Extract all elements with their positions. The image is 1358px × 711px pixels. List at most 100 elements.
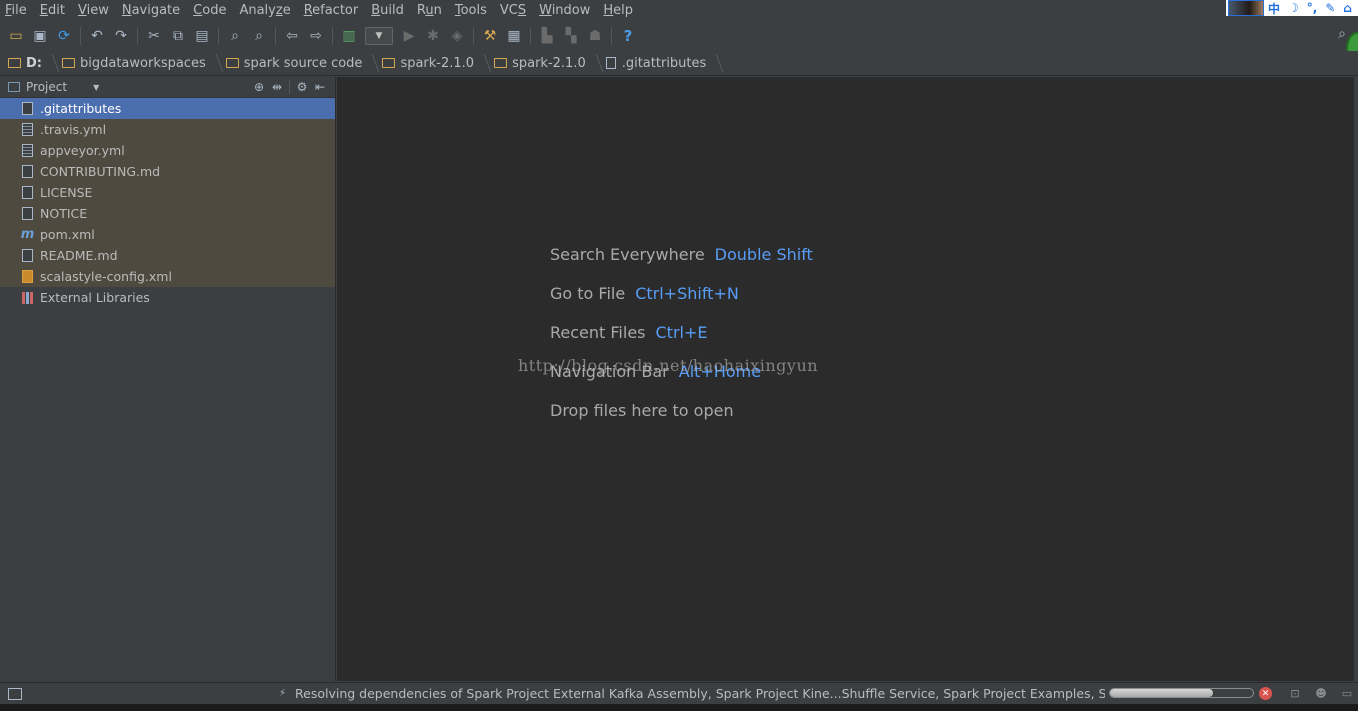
tree-item[interactable]: .travis.yml (0, 119, 335, 140)
chevron-down-icon[interactable]: ▼ (93, 83, 99, 92)
project-view-selector[interactable]: Project (26, 80, 67, 94)
progress-bar[interactable] (1109, 688, 1254, 698)
scroll-from-source-icon[interactable]: ⊕ (250, 79, 268, 95)
tree-item[interactable]: External Libraries (0, 287, 335, 308)
navigation-bar: D: bigdataworkspaces spark source code s… (0, 51, 1358, 76)
menu-item[interactable]: Analyze (239, 3, 290, 18)
tree-item-label: scalastyle-config.xml (40, 269, 172, 284)
background-task-icon: ⚡ (279, 688, 287, 699)
menu-item[interactable]: File (5, 3, 27, 18)
status-message[interactable]: Resolving dependencies of Spark Project … (295, 686, 1105, 701)
run-coverage-icon[interactable]: ◈ (445, 25, 469, 47)
ime-chinese-icon[interactable]: 中 (1268, 0, 1280, 17)
undo-icon[interactable]: ↶ (85, 25, 109, 47)
breadcrumb-item[interactable]: spark-2.1.0 (494, 54, 603, 72)
breadcrumb-item[interactable]: spark source code (225, 54, 380, 72)
tray-avatar[interactable] (1228, 0, 1264, 16)
help-icon[interactable]: ? (616, 25, 640, 47)
breadcrumb-drive[interactable]: D: (8, 54, 60, 72)
lock-icon[interactable]: ⊡ (1288, 687, 1302, 700)
menu-item[interactable]: Tools (455, 3, 487, 18)
editor-hint: Go to File Ctrl+Shift+N (550, 284, 813, 323)
tree-item-label: README.md (40, 248, 118, 263)
tree-item[interactable]: CONTRIBUTING.md (0, 161, 335, 182)
forward-icon[interactable]: ⇨ (304, 25, 328, 47)
hector-icon[interactable]: ☻ (1314, 687, 1328, 700)
system-tray: 中 ☽ °, ✎ ⌂ (1226, 0, 1358, 16)
tree-item[interactable]: scalastyle-config.xml (0, 266, 335, 287)
tree-item[interactable]: README.md (0, 245, 335, 266)
tree-item[interactable]: LICENSE (0, 182, 335, 203)
hide-panel-icon[interactable]: ⇤ (311, 79, 329, 95)
breadcrumb-label: D: (26, 55, 42, 71)
hint-shortcut[interactable]: Ctrl+Shift+N (635, 284, 739, 303)
make-project-icon[interactable]: ▥ (337, 25, 361, 47)
android-device-icon[interactable]: ▚ (559, 25, 583, 47)
folder-icon (382, 58, 396, 68)
breadcrumb-label: spark-2.1.0 (512, 55, 586, 71)
tree-item-label: LICENSE (40, 185, 93, 200)
menu-item[interactable]: VCS (500, 3, 526, 18)
cut-icon[interactable]: ✂ (142, 25, 166, 47)
android-icon[interactable]: ☗ (583, 25, 607, 47)
tree-item[interactable]: m pom.xml (0, 224, 335, 245)
yaml-file-icon (22, 123, 33, 136)
status-bar: ⚡ Resolving dependencies of Spark Projec… (0, 682, 1358, 704)
toolbar-separator (137, 27, 138, 45)
redo-icon[interactable]: ↷ (109, 25, 133, 47)
save-all-icon[interactable]: ▣ (28, 25, 52, 47)
paste-icon[interactable]: ▤ (190, 25, 214, 47)
breadcrumb-file[interactable]: .gitattributes (605, 54, 724, 72)
search-everywhere-icon[interactable]: ⌕ (1338, 26, 1346, 42)
folder-icon (62, 58, 75, 68)
project-tree: .gitattributes .travis.yml appveyor.yml CON… (0, 98, 335, 308)
tree-item-label: CONTRIBUTING.md (40, 164, 161, 179)
tree-item[interactable]: appveyor.yml (0, 140, 335, 161)
sdk-manager-icon[interactable]: ▙ (535, 25, 559, 47)
tree-item-label: .travis.yml (40, 122, 107, 137)
menu-item[interactable]: Code (193, 3, 226, 18)
menu-item[interactable]: View (78, 3, 109, 18)
project-structure-icon[interactable]: ▦ (502, 25, 526, 47)
menu-item[interactable]: Help (603, 3, 633, 18)
synchronize-icon[interactable]: ⟳ (52, 25, 76, 47)
copy-icon[interactable]: ⧉ (166, 25, 190, 47)
cancel-process-icon[interactable]: ✕ (1259, 687, 1272, 700)
ime-punct-icon[interactable]: °, (1307, 1, 1318, 15)
menu-item[interactable]: Edit (40, 3, 65, 18)
breadcrumb-separator (208, 54, 224, 72)
replace-icon[interactable]: ⌕ (247, 25, 271, 47)
tree-item[interactable]: .gitattributes (0, 98, 335, 119)
menu-item[interactable]: Build (371, 3, 404, 18)
collapse-all-icon[interactable]: ⇹ (268, 79, 286, 95)
menu-item[interactable]: Refactor (304, 3, 359, 18)
toggle-tool-windows-icon[interactable] (8, 687, 22, 700)
menu-item[interactable]: Run (417, 3, 442, 18)
open-folder-icon[interactable]: ▭ (4, 25, 28, 47)
find-icon[interactable]: ⌕ (223, 25, 247, 47)
gear-icon[interactable]: ⚙ (293, 79, 311, 95)
menu-item[interactable]: Window (539, 3, 590, 18)
toolbar-separator (289, 80, 290, 94)
menu-item[interactable]: Navigate (122, 3, 180, 18)
ime-moon-icon[interactable]: ☽ (1288, 1, 1299, 15)
back-icon[interactable]: ⇦ (280, 25, 304, 47)
breadcrumb-item[interactable]: bigdataworkspaces (62, 54, 224, 72)
debug-icon[interactable]: ✱ (421, 25, 445, 47)
settings-wrench-icon[interactable]: ⚒ (478, 25, 502, 47)
right-tool-strip (1353, 77, 1358, 681)
breadcrumb-item[interactable]: spark-2.1.0 (382, 54, 492, 72)
editor-area[interactable]: Search Everywhere Double Shift Go to File C… (337, 77, 1353, 681)
file-icon (22, 186, 33, 199)
breadcrumb-separator (709, 54, 724, 72)
ime-skin-icon[interactable]: ⌂ (1343, 1, 1352, 15)
breadcrumb-separator (588, 54, 603, 72)
tree-item[interactable]: NOTICE (0, 203, 335, 224)
run-configuration-dropdown[interactable]: ▼ (365, 27, 393, 45)
hint-shortcut[interactable]: Ctrl+E (656, 323, 708, 342)
event-log-icon[interactable]: ▭ (1340, 687, 1354, 700)
project-view-icon (8, 82, 20, 92)
run-icon[interactable]: ▶ (397, 25, 421, 47)
hint-shortcut[interactable]: Double Shift (715, 245, 813, 264)
ime-tool-icon[interactable]: ✎ (1325, 1, 1335, 15)
